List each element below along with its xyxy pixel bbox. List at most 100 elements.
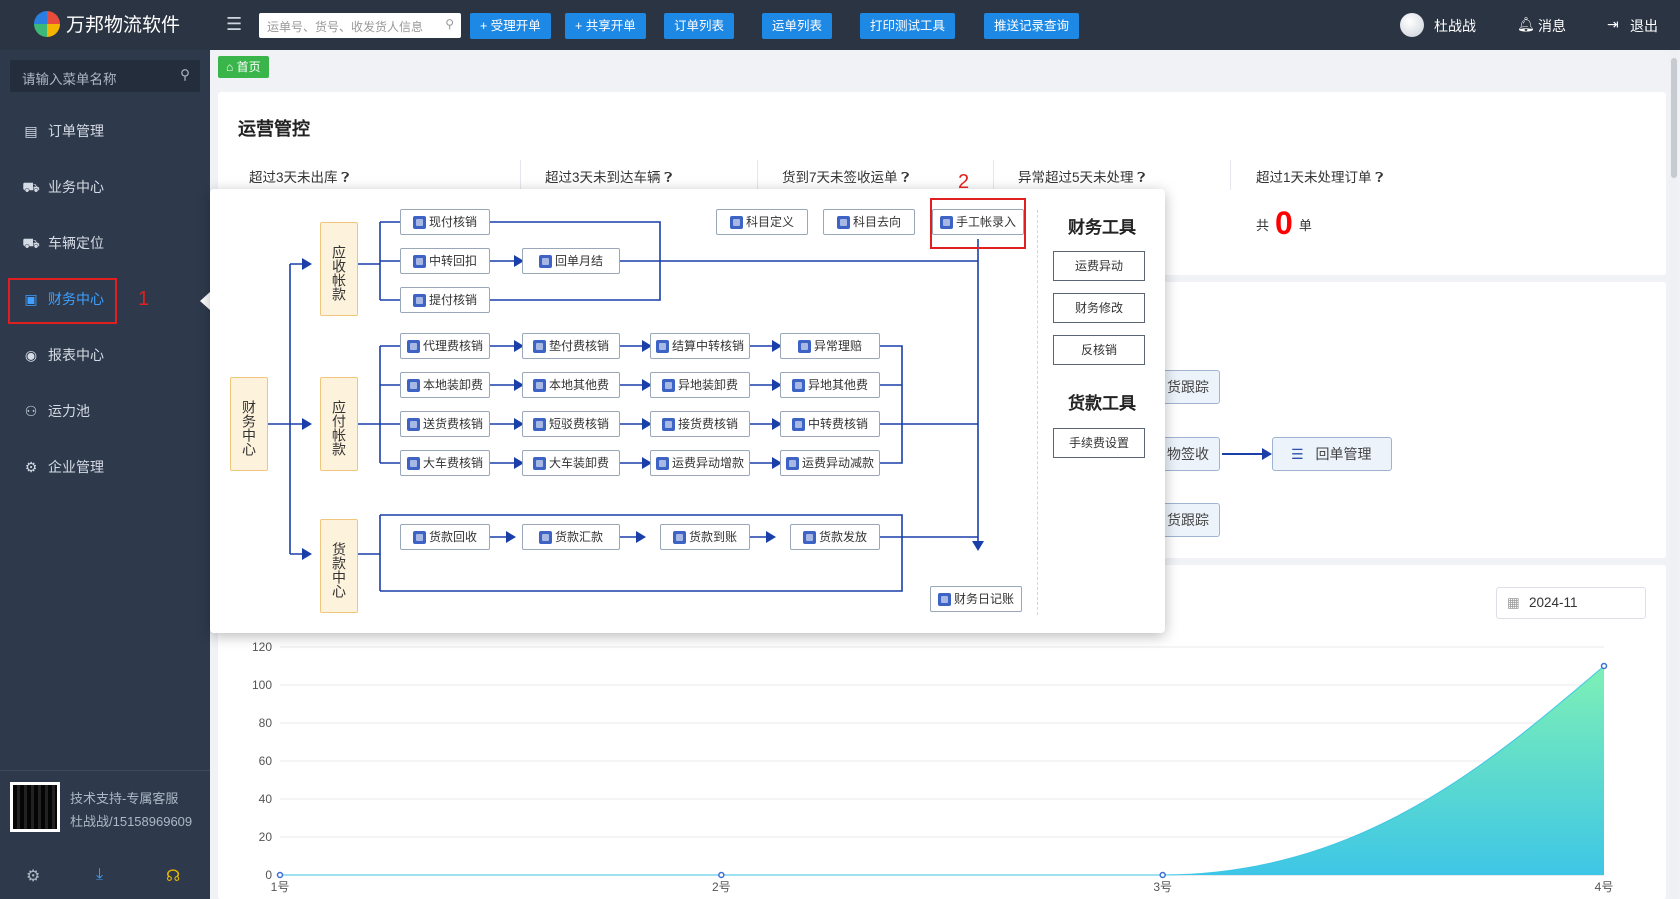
- money-icon: [661, 417, 675, 431]
- subject-direction-button[interactable]: 科目去向: [823, 209, 915, 235]
- flow-root-finance-center[interactable]: 财务中心: [230, 377, 268, 471]
- freight-change-button[interactable]: 运费异动: [1053, 251, 1145, 281]
- finance-journal-button[interactable]: 财务日记账: [930, 586, 1022, 612]
- flow-node-freight-decrease[interactable]: 运费异动减款: [780, 450, 880, 476]
- flow-node-transfer-rebate[interactable]: 中转回扣: [400, 248, 490, 274]
- print-test-tool-button[interactable]: 打印测试工具: [860, 13, 956, 39]
- accept-order-button[interactable]: + 受理开单: [470, 13, 551, 39]
- flow-node-payment-remit[interactable]: 货款汇款: [522, 524, 620, 550]
- trend-chart: 0204060801001201号 2号 3号 4号: [252, 640, 1613, 894]
- flow-group-payment-center[interactable]: 货款中心: [320, 519, 358, 613]
- flow-node-pickup-fee[interactable]: 接货费核销: [650, 411, 750, 437]
- breadcrumb-home-tab[interactable]: ⌂ 首页: [218, 56, 269, 78]
- sidebar-item-capacity-pool[interactable]: ⚇ 运力池: [0, 391, 210, 431]
- flow-node-remote-handling[interactable]: 异地装卸费: [650, 372, 750, 398]
- money-icon: [532, 339, 546, 353]
- flow-node-freight-increase[interactable]: 运费异动增款: [650, 450, 750, 476]
- download-icon[interactable]: ⤓: [96, 866, 103, 884]
- bag-icon: [538, 254, 552, 268]
- flow-node-label: 回单管理: [1315, 446, 1372, 462]
- reverse-writeoff-button[interactable]: 反核销: [1053, 335, 1145, 365]
- help-icon[interactable]: ❓︎: [341, 170, 349, 185]
- avatar[interactable]: [1400, 13, 1424, 37]
- flow-node-agent-fee[interactable]: 代理费核销: [400, 333, 490, 359]
- sidebar-item-orders[interactable]: ▤ 订单管理: [0, 111, 210, 151]
- app-logo[interactable]: 万邦物流软件: [34, 10, 180, 37]
- sidebar-item-business[interactable]: ⛟ 业务中心: [0, 167, 210, 207]
- flow-node-label: 货款汇款: [554, 530, 603, 544]
- chart-data-point[interactable]: [1159, 871, 1166, 879]
- menu-search-input[interactable]: 请输入菜单名称 ⚲: [10, 60, 200, 92]
- stat-label-exception-unhandled: 异常超过5天未处理 ❓︎: [1018, 166, 1145, 186]
- logout-icon[interactable]: ⇥: [1607, 16, 1619, 33]
- user-name[interactable]: 杜战战: [1434, 16, 1476, 36]
- flow-node-label: 货款发放: [818, 530, 867, 544]
- bell-icon[interactable]: 🔔︎: [1517, 16, 1535, 33]
- order-list-button[interactable]: 订单列表: [664, 13, 735, 39]
- truck-icon: ⛟: [22, 179, 40, 195]
- flow-node-truck-fee[interactable]: 大车费核销: [400, 450, 490, 476]
- logout-link[interactable]: 退出: [1630, 16, 1658, 36]
- sidebar-item-vehicle-location[interactable]: ⛟ 车辆定位: [0, 223, 210, 263]
- messages-link[interactable]: 消息: [1538, 16, 1566, 36]
- flow-node-local-handling[interactable]: 本地装卸费: [400, 372, 490, 398]
- flow-node-receipt-management[interactable]: ☰ 回单管理: [1272, 437, 1392, 471]
- help-icon[interactable]: ❓︎: [1375, 170, 1383, 185]
- chart-data-point[interactable]: [718, 871, 725, 879]
- flow-node-collect-writeoff[interactable]: 提付核销: [400, 287, 490, 313]
- chart-data-point[interactable]: [1600, 662, 1608, 670]
- flow-group-receivable[interactable]: 应收帐款: [320, 222, 358, 316]
- flow-node-cash-writeoff[interactable]: 现付核销: [400, 209, 490, 235]
- download-icon: [532, 378, 546, 392]
- flow-node-transfer-fee[interactable]: 中转费核销: [780, 411, 880, 437]
- headset-icon[interactable]: ☊: [166, 866, 180, 886]
- flow-node-exception-claim[interactable]: 异常理赔: [780, 333, 880, 359]
- help-icon[interactable]: ❓︎: [901, 170, 909, 185]
- flow-node-payment-recovery[interactable]: 货款回收: [400, 524, 490, 550]
- help-icon[interactable]: ❓︎: [1137, 170, 1145, 185]
- truck-icon: [406, 456, 420, 470]
- flow-node-remote-other[interactable]: 异地其他费: [780, 372, 880, 398]
- highlight-box-manual-entry: [930, 198, 1026, 249]
- flow-node-receipt-monthly[interactable]: 回单月结: [522, 248, 620, 274]
- stat-divider: [1230, 160, 1231, 190]
- list-icon: ☰: [1291, 446, 1304, 462]
- flow-node-transfer-settlement[interactable]: 结算中转核销: [650, 333, 750, 359]
- search-icon[interactable]: ⚲: [180, 67, 190, 83]
- bar-chart-icon: [412, 530, 426, 544]
- stat-text: 超过1天未处理订单: [1256, 170, 1372, 185]
- shared-order-button[interactable]: + 共享开单: [565, 13, 646, 39]
- flow-node-payment-release[interactable]: 货款发放: [790, 524, 880, 550]
- menu-toggle-icon[interactable]: ☰: [226, 14, 242, 35]
- chart-data-point[interactable]: [276, 871, 284, 879]
- flow-node-payment-arrival[interactable]: 货款到账: [660, 524, 750, 550]
- sidebar-item-reports[interactable]: ◉ 报表中心: [0, 335, 210, 375]
- breadcrumb-home-label: 首页: [236, 60, 261, 74]
- flow-group-payable[interactable]: 应付帐款: [320, 377, 358, 471]
- sidebar-item-enterprise[interactable]: ⚙ 企业管理: [0, 447, 210, 487]
- stat-suffix: 单: [1298, 218, 1312, 233]
- flow-node-delivery-fee[interactable]: 送货费核销: [400, 411, 490, 437]
- waybill-search-input[interactable]: 运单号、货号、收发货人信息 ⚲: [259, 13, 461, 38]
- subject-definition-button[interactable]: 科目定义: [716, 209, 808, 235]
- help-icon[interactable]: ❓︎: [664, 170, 672, 185]
- finance-edit-button[interactable]: 财务修改: [1053, 293, 1145, 323]
- push-record-query-button[interactable]: 推送记录查询: [984, 13, 1080, 39]
- waybill-list-button[interactable]: 运单列表: [762, 13, 833, 39]
- scrollbar-thumb[interactable]: [1671, 58, 1677, 178]
- flow-node-shuttle-fee[interactable]: 短驳费核销: [522, 411, 620, 437]
- flow-node-truck-handling[interactable]: 大车装卸费: [522, 450, 620, 476]
- settings-icon[interactable]: ⚙: [26, 866, 40, 886]
- money-icon: [412, 254, 426, 268]
- stat-text: 超过3天未出库: [249, 170, 338, 185]
- flow-node-label: 中转回扣: [428, 254, 477, 268]
- highlight-box-finance: [8, 278, 117, 324]
- month-picker[interactable]: ▦ 2024-11: [1496, 587, 1646, 619]
- flow-node-local-other[interactable]: 本地其他费: [522, 372, 620, 398]
- search-icon[interactable]: ⚲: [445, 17, 454, 31]
- fee-setting-button[interactable]: 手续费设置: [1053, 428, 1145, 458]
- x-tick-label: 2号: [712, 880, 731, 894]
- sidebar-divider: [0, 770, 210, 771]
- document-icon: ▤: [24, 123, 38, 139]
- flow-node-advance-fee[interactable]: 垫付费核销: [522, 333, 620, 359]
